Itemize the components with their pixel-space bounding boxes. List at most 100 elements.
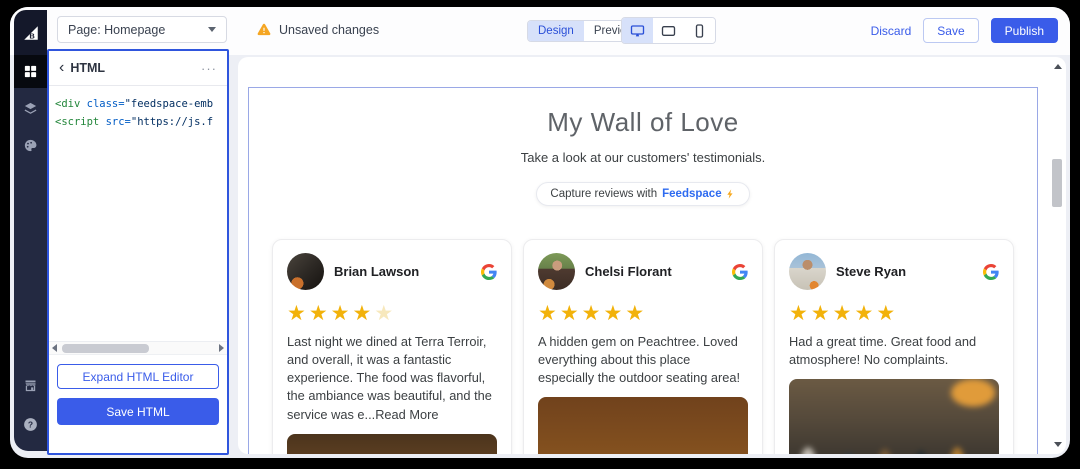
star-rating: ★★★★★ [287,302,397,325]
scroll-left-icon[interactable] [52,344,57,352]
panel-buttons: Expand HTML Editor Save HTML [49,354,227,453]
bigcommerce-logo-icon[interactable]: B [14,10,47,55]
wall-of-love-subtitle: Take a look at our customers' testimonia… [520,150,766,165]
code-token: src= [99,116,131,128]
review-photo-image [538,397,748,454]
help-icon: ? [24,418,37,431]
page-selector-value: Page: Homepage [68,22,166,37]
mobile-icon [695,23,704,38]
triangle-b-glyph: B [23,25,38,40]
panel-title: HTML [70,61,106,75]
save-html-button[interactable]: Save HTML [57,398,219,425]
avatar [789,253,826,290]
star-rating: ★★★★★ [538,302,648,325]
publish-button[interactable]: Publish [990,18,1058,43]
review-text: A hidden gem on Peachtree. Loved everyth… [538,333,748,387]
lightning-icon [726,189,733,199]
back-chevron-icon[interactable]: ‹ [59,60,64,76]
sidebar-item-layers[interactable] [14,92,47,125]
desktop-view-button[interactable] [622,18,653,43]
page-selector[interactable]: Page: Homepage [57,16,227,43]
scroll-up-icon[interactable] [1054,64,1062,69]
card-header: Steve Ryan [789,253,999,290]
expand-html-editor-button[interactable]: Expand HTML Editor [57,364,219,389]
review-photo-image [287,433,497,454]
google-icon [481,263,497,280]
avatar [538,253,575,290]
more-options-icon[interactable]: ··· [201,61,217,76]
testimonial-card: Chelsi Florant ★★★★★ A hidden gem on Pea… [523,239,763,454]
html-code-editor[interactable]: <div class="feedspace-emb <script src="h… [49,86,227,341]
feedspace-badge[interactable]: Capture reviews with Feedspace [536,182,750,206]
unsaved-changes-indicator: Unsaved changes [256,16,379,43]
scrollbar-thumb[interactable] [1052,159,1062,207]
tablet-icon [661,25,676,36]
sidebar-rail: ? [14,55,47,451]
topbar-actions: Discard Save Publish [871,18,1058,43]
app-window: B Page: Homepage Unsaved changes Design … [10,7,1070,458]
reviewer-name: Brian Lawson [334,264,420,279]
sidebar-item-help[interactable]: ? [14,408,47,441]
scroll-down-icon[interactable] [1054,442,1062,447]
html-widget-panel: ‹ HTML ··· <div class="feedspace-emb <sc… [47,49,229,455]
review-photo [538,397,748,454]
review-body: A hidden gem on Peachtree. Loved everyth… [538,334,741,386]
scrollbar-track[interactable] [60,343,216,353]
vertical-scrollbar[interactable] [1050,59,1065,452]
tablet-view-button[interactable] [653,18,684,43]
review-photo [287,433,497,454]
badge-text: Capture reviews with [550,188,658,200]
tab-design[interactable]: Design [528,21,584,41]
chevron-down-icon [208,27,216,32]
card-header: Chelsi Florant [538,253,748,290]
panel-header: ‹ HTML ··· [49,51,227,85]
testimonial-card: Steve Ryan ★★★★★ Had a great time. Great… [774,239,1014,454]
code-token: "feedspace-emb [124,98,214,110]
code-line: <div class="feedspace-emb [55,95,221,113]
mobile-view-button[interactable] [684,18,715,43]
topbar: B Page: Homepage Unsaved changes Design … [10,7,1070,55]
desktop-icon [630,24,645,36]
widgets-icon [24,65,37,78]
review-photo-image [789,379,999,454]
svg-text:B: B [29,31,35,40]
testimonial-cards: Brian Lawson ★★★★★ Last night we dined a… [249,239,1037,454]
code-token: class= [80,98,125,110]
horizontal-scrollbar[interactable] [49,341,227,354]
layers-icon [24,102,37,114]
sidebar-item-store[interactable] [14,369,47,402]
review-body: Had a great time. Great food and atmosph… [789,334,977,368]
code-token: <script [55,116,100,128]
sidebar-item-widgets[interactable] [14,55,47,88]
avatar [287,253,324,290]
star-rating: ★★★★★ [789,302,899,325]
code-token: <div [55,98,81,110]
sidebar-bottom: ? [14,369,47,441]
card-header: Brian Lawson [287,253,497,290]
sidebar-item-theme-styles[interactable] [14,129,47,162]
google-icon [732,263,748,280]
review-text: Last night we dined at Terra Terroir, an… [287,333,497,424]
storefront-icon [25,380,36,392]
review-photo [789,379,999,454]
device-toggle [621,17,716,44]
feedspace-brand: Feedspace [662,188,722,200]
reviewer-name: Steve Ryan [836,264,907,279]
review-text: Had a great time. Great food and atmosph… [789,333,999,369]
save-button[interactable]: Save [923,18,979,43]
svg-text:?: ? [28,420,33,430]
testimonial-card: Brian Lawson ★★★★★ Last night we dined a… [272,239,512,454]
reviewer-name: Chelsi Florant [585,264,672,279]
palette-icon [24,139,37,152]
code-line: <script src="https://js.f [55,113,221,131]
html-widget-selection-frame[interactable]: My Wall of Love Take a look at our custo… [248,87,1038,454]
code-token: "https://js.f [130,116,214,128]
scroll-right-icon[interactable] [219,344,224,352]
google-icon [983,263,999,280]
wall-of-love-title: My Wall of Love [547,107,739,137]
read-more-link[interactable]: Read More [375,407,438,422]
warning-icon [257,23,271,36]
preview-canvas: My Wall of Love Take a look at our custo… [238,57,1066,454]
scrollbar-thumb[interactable] [62,343,150,353]
discard-button[interactable]: Discard [871,24,912,38]
